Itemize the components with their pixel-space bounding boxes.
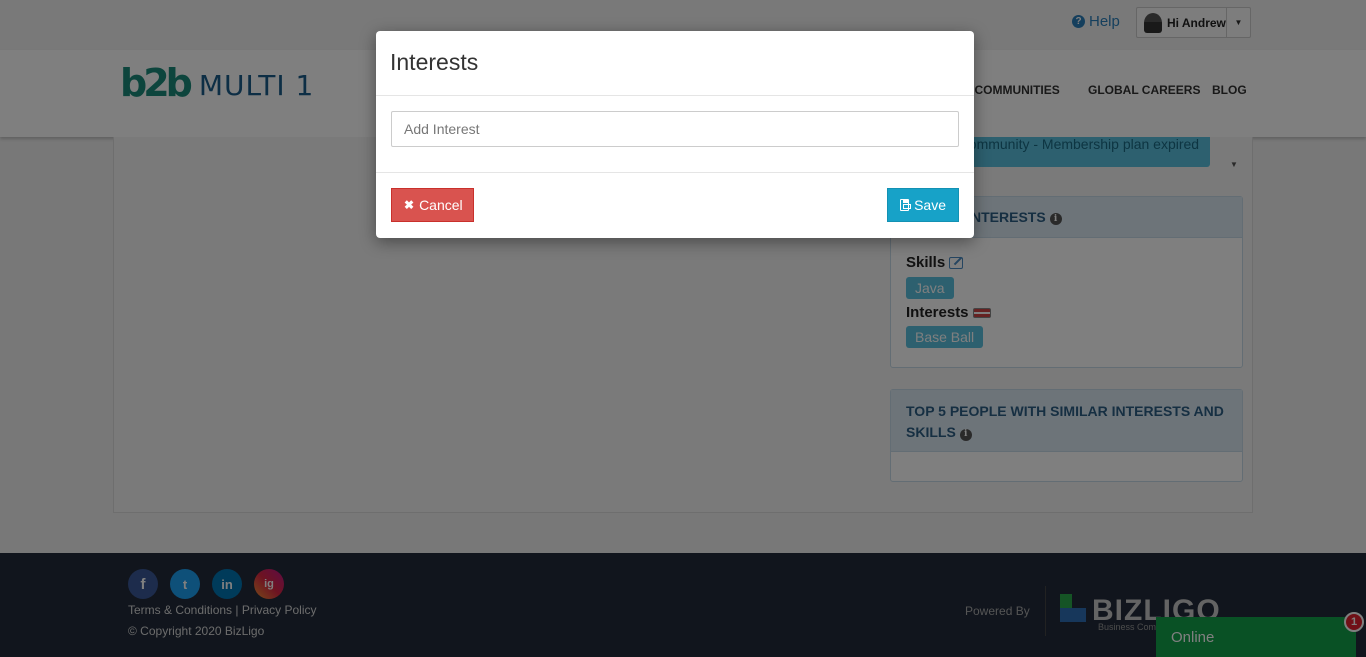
modal-divider	[376, 95, 974, 96]
save-label: Save	[914, 197, 946, 213]
save-button[interactable]: Save	[887, 188, 959, 222]
modal-divider	[376, 172, 974, 173]
floppy-disk-icon	[900, 199, 912, 211]
add-interest-input[interactable]	[391, 111, 959, 147]
interests-modal: Interests ✖ Cancel Save	[376, 31, 974, 238]
modal-title: Interests	[390, 49, 479, 75]
cancel-label: Cancel	[419, 197, 463, 213]
close-icon: ✖	[404, 198, 415, 212]
cancel-button[interactable]: ✖ Cancel	[391, 188, 474, 222]
